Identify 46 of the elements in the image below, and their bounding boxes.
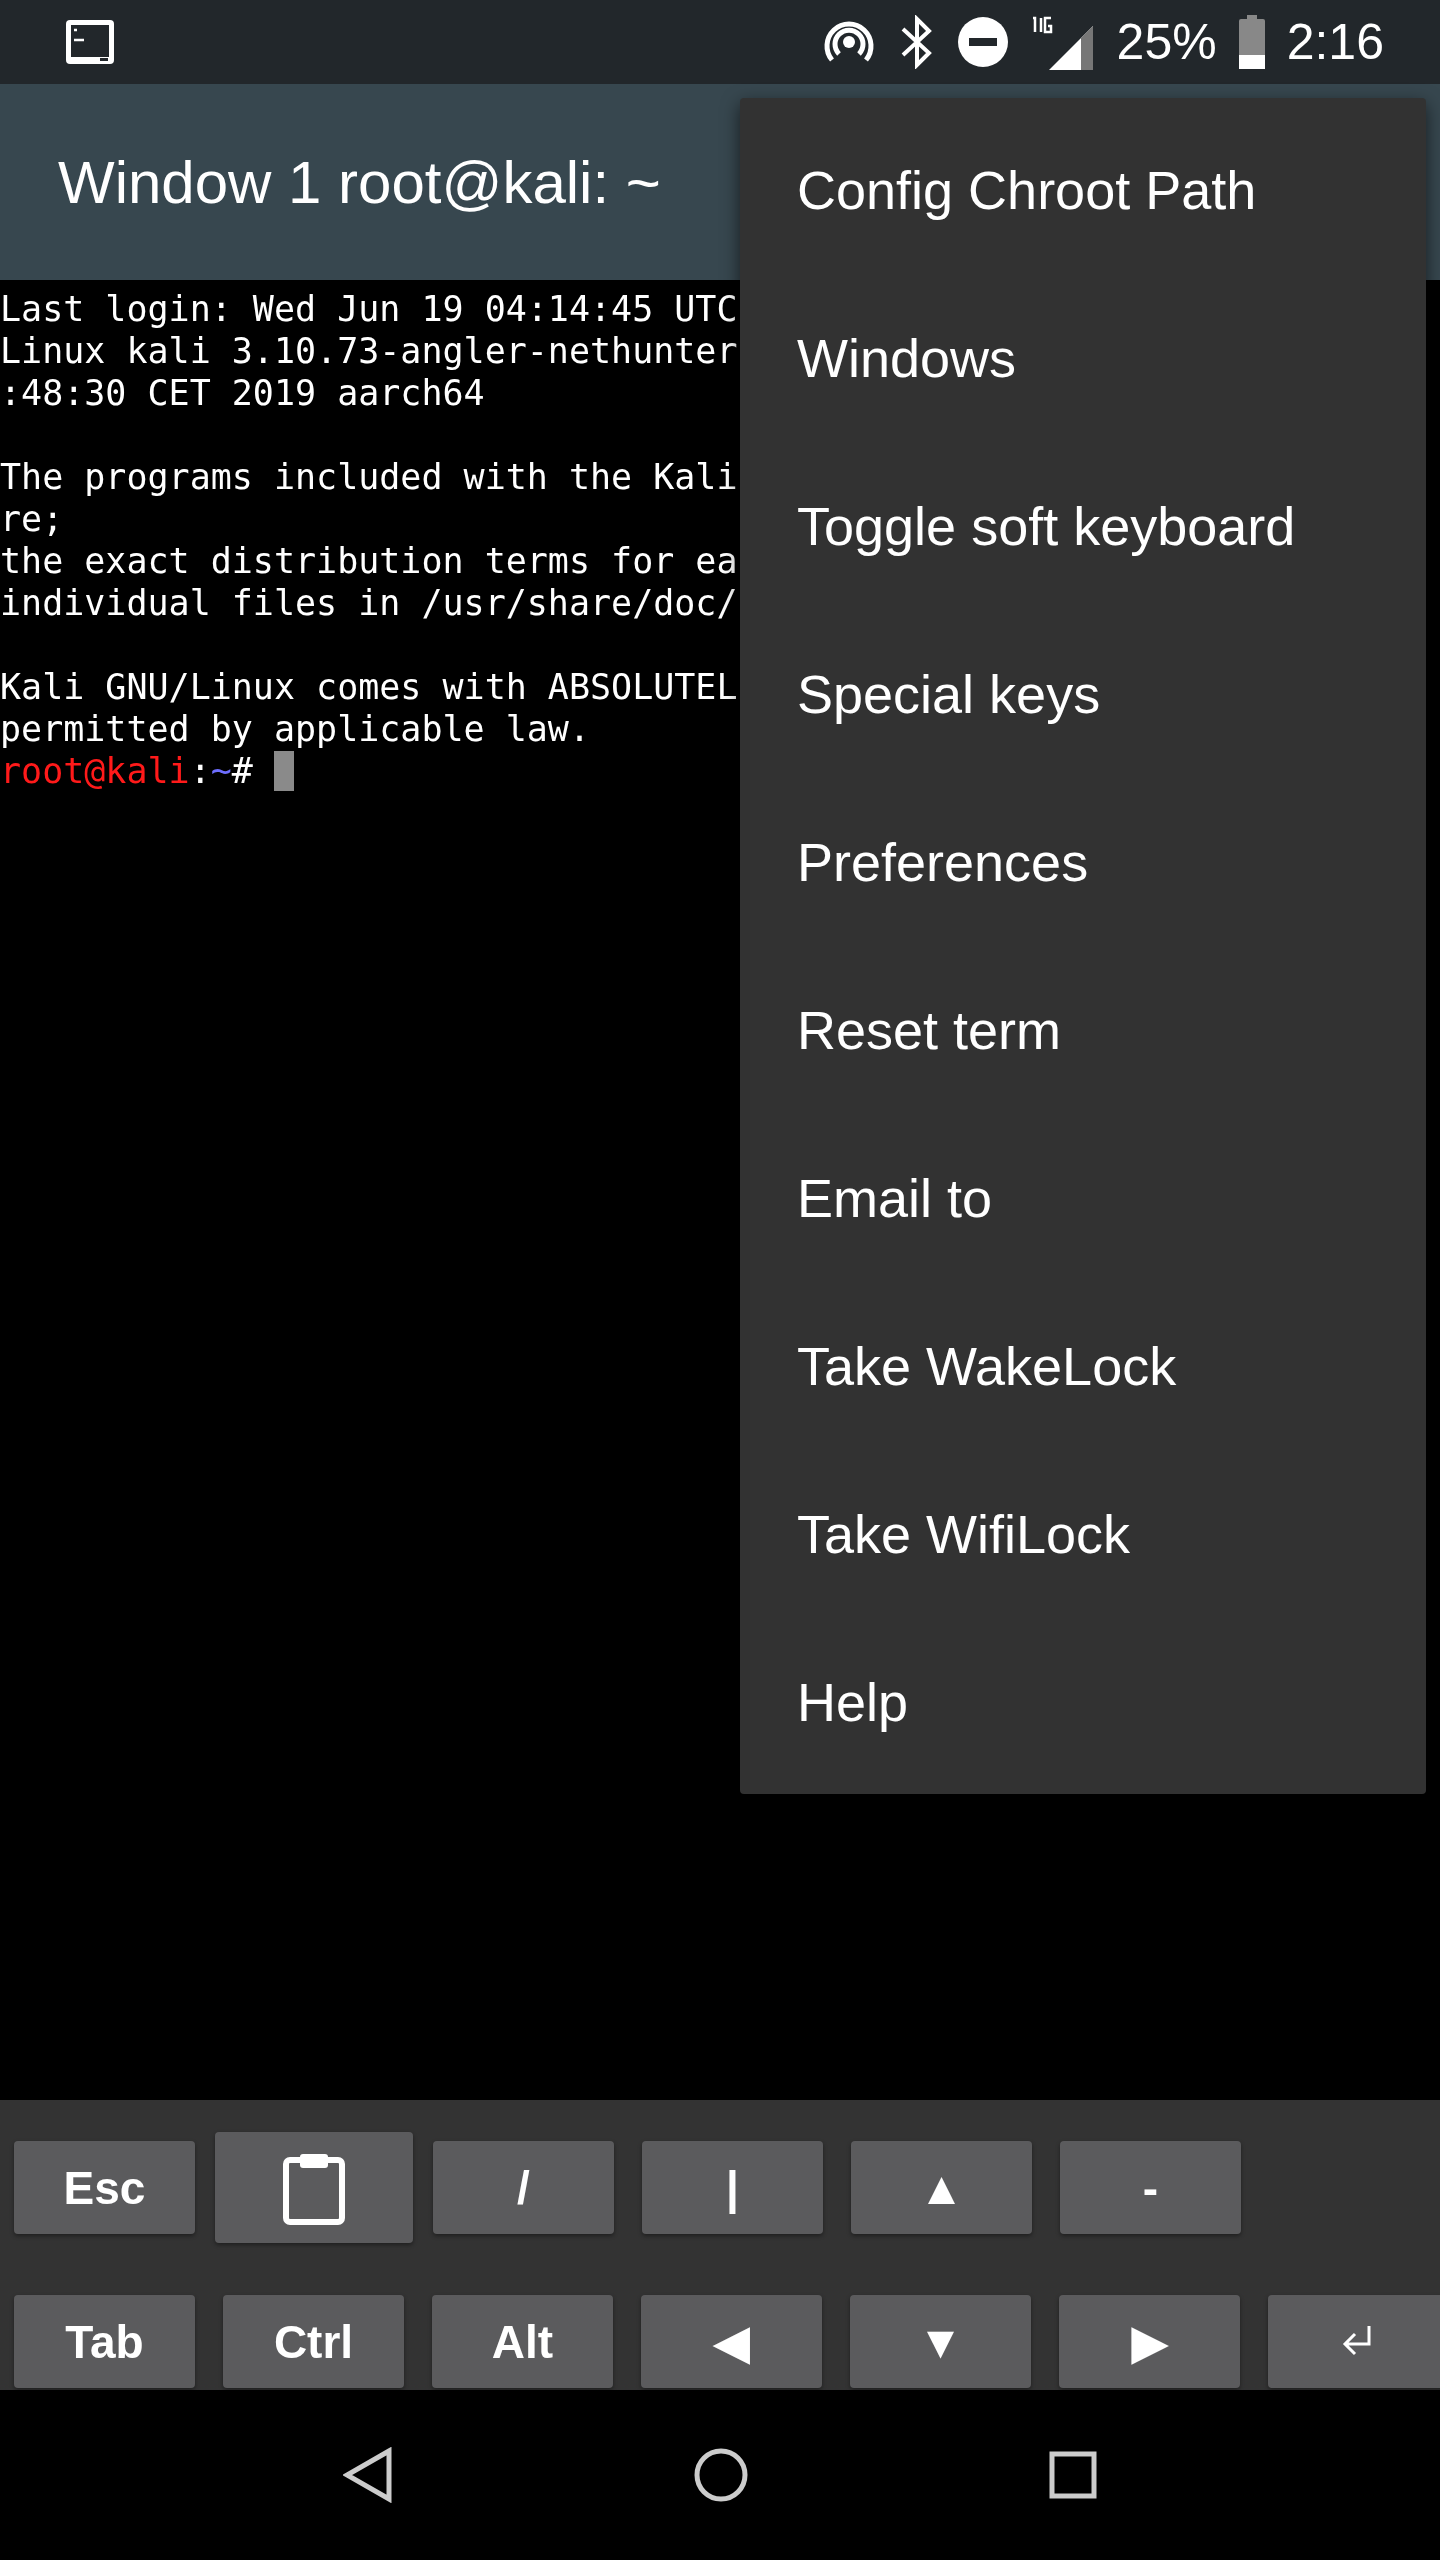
- do-not-disturb-icon: [956, 16, 1009, 68]
- menu-item[interactable]: Take WifiLock: [740, 1450, 1426, 1618]
- menu-item[interactable]: Preferences: [740, 778, 1426, 946]
- menu-item[interactable]: Windows: [740, 274, 1426, 442]
- menu-item[interactable]: Reset term: [740, 946, 1426, 1114]
- prompt-path: ~: [210, 751, 232, 791]
- key-button[interactable]: ▶: [1059, 2295, 1240, 2388]
- signal-icon: [1030, 14, 1095, 70]
- key-button[interactable]: Esc: [14, 2141, 195, 2234]
- key-button[interactable]: Alt: [432, 2295, 613, 2388]
- key-button[interactable]: Tab: [14, 2295, 195, 2388]
- terminal-line: permitted by applicable law.: [0, 708, 590, 750]
- prompt-separator: :: [189, 751, 211, 791]
- key-button[interactable]: ◀: [641, 2295, 822, 2388]
- prompt-symbol: #: [231, 751, 253, 791]
- window-title: Window 1 root@kali: ~: [58, 147, 661, 217]
- key-button[interactable]: ▼: [850, 2295, 1031, 2388]
- terminal-line: re;: [0, 498, 64, 540]
- terminal-line: the exact distribution terms for ea: [0, 540, 738, 582]
- terminal-line: Kali GNU/Linux comes with ABSOLUTEL: [0, 666, 738, 708]
- menu-item[interactable]: Config Chroot Path: [740, 106, 1426, 274]
- menu-item[interactable]: Toggle soft keyboard: [740, 442, 1426, 610]
- terminal-line: The programs included with the Kali: [0, 456, 738, 498]
- menu-item[interactable]: Take WakeLock: [740, 1282, 1426, 1450]
- terminal-line: Last login: Wed Jun 19 04:14:45 UTC: [0, 288, 738, 330]
- terminal-icon: [64, 18, 116, 66]
- key-button[interactable]: |: [642, 2141, 823, 2234]
- terminal-line: Linux kali 3.10.73-angler-nethunter: [0, 330, 738, 372]
- back-icon[interactable]: [343, 2447, 393, 2503]
- battery-percentage: 25%: [1116, 13, 1217, 71]
- menu-item[interactable]: Email to: [740, 1114, 1426, 1282]
- key-button[interactable]: /: [433, 2141, 614, 2234]
- prompt-user-host: root@kali: [0, 751, 190, 791]
- battery-icon: [1238, 15, 1265, 69]
- text-cursor: [273, 751, 294, 791]
- recents-icon[interactable]: [1049, 2451, 1097, 2499]
- paste-button[interactable]: [215, 2132, 413, 2243]
- menu-item[interactable]: Special keys: [740, 610, 1426, 778]
- terminal-line: :48:30 CET 2019 aarch64: [0, 372, 485, 414]
- key-button[interactable]: Ctrl: [223, 2295, 404, 2388]
- menu-item[interactable]: Help: [740, 1618, 1426, 1786]
- clock-time: 2:16: [1286, 13, 1384, 71]
- home-icon[interactable]: [693, 2447, 749, 2503]
- key-button[interactable]: -: [1060, 2141, 1241, 2234]
- key-button[interactable]: ▲: [851, 2141, 1032, 2234]
- terminal-line: individual files in /usr/share/doc/: [0, 582, 738, 624]
